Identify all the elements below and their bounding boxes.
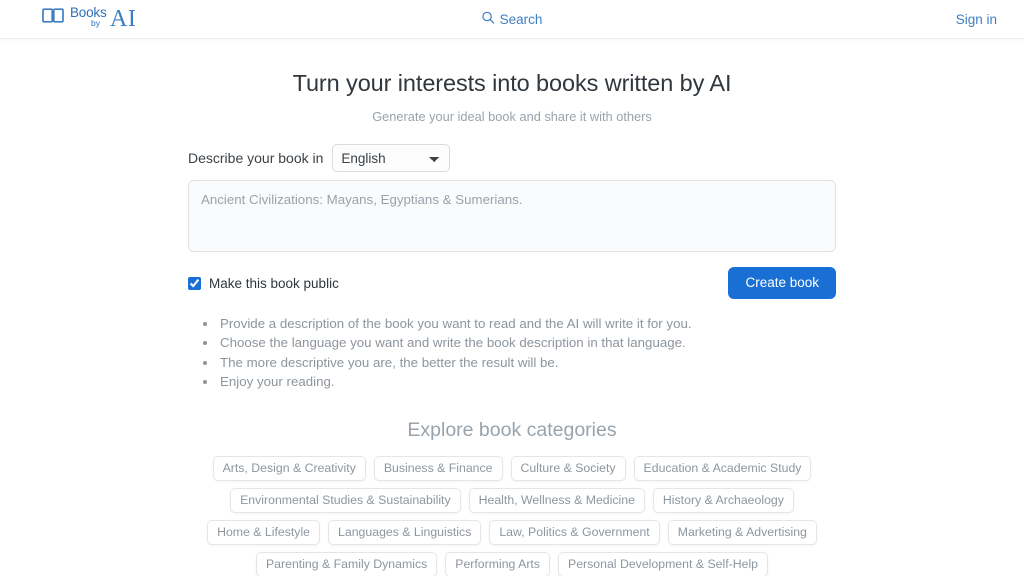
brand-ai-text: AI: [110, 6, 137, 32]
category-chip[interactable]: Culture & Society: [510, 456, 626, 482]
language-label: Describe your book in: [188, 150, 324, 166]
book-creation-form: Describe your book in English Make this …: [188, 124, 836, 391]
tips-list: Provide a description of the book you wa…: [218, 314, 836, 391]
create-book-button[interactable]: Create book: [728, 266, 836, 300]
language-select[interactable]: English: [332, 144, 451, 172]
categories-section: Explore book categories Arts, Design & C…: [0, 419, 1024, 576]
sign-in-link[interactable]: Sign in: [956, 12, 997, 27]
category-chip[interactable]: Environmental Studies & Sustainability: [230, 488, 461, 514]
category-chip[interactable]: Education & Academic Study: [633, 456, 812, 482]
category-chip[interactable]: Home & Lifestyle: [207, 520, 321, 546]
search-link[interactable]: Search: [482, 11, 543, 27]
category-chip[interactable]: Performing Arts: [445, 552, 550, 576]
categories-title: Explore book categories: [407, 419, 617, 442]
category-chip-list: Arts, Design & Creativity Business & Fin…: [182, 442, 842, 576]
brand-by-text: by: [91, 18, 100, 28]
open-book-icon: [42, 7, 64, 29]
category-chip[interactable]: Personal Development & Self-Help: [558, 552, 769, 576]
brand-books-text: Books: [70, 5, 107, 20]
category-chip[interactable]: Law, Politics & Government: [489, 520, 660, 546]
category-chip[interactable]: Health, Wellness & Medicine: [468, 488, 645, 514]
brand-logo[interactable]: Books by AI: [42, 6, 136, 32]
main-content: Turn your interests into books written b…: [0, 39, 1024, 576]
category-chip[interactable]: Languages & Linguistics: [328, 520, 482, 546]
category-chip[interactable]: Parenting & Family Dynamics: [255, 552, 438, 576]
form-options-row: Make this book public Create book: [188, 266, 836, 300]
language-row: Describe your book in English: [188, 144, 836, 172]
page-title: Turn your interests into books written b…: [292, 70, 732, 96]
search-label: Search: [499, 11, 543, 27]
list-item: The more descriptive you are, the better…: [218, 353, 836, 372]
category-chip[interactable]: Arts, Design & Creativity: [212, 456, 366, 482]
make-public-group[interactable]: Make this book public: [188, 276, 339, 291]
make-public-label: Make this book public: [209, 275, 339, 291]
page-subtitle: Generate your ideal book and share it wi…: [372, 109, 652, 124]
search-icon: [482, 11, 495, 27]
list-item: Enjoy your reading.: [218, 372, 836, 391]
category-chip[interactable]: History & Archaeology: [652, 488, 794, 514]
category-chip[interactable]: Business & Finance: [373, 456, 503, 482]
site-header: Books by AI Search Sign in: [0, 0, 1024, 39]
list-item: Provide a description of the book you wa…: [218, 314, 836, 333]
list-item: Choose the language you want and write t…: [218, 333, 836, 352]
make-public-checkbox[interactable]: [188, 276, 201, 290]
book-description-input[interactable]: [188, 180, 836, 252]
category-chip[interactable]: Marketing & Advertising: [667, 520, 817, 546]
